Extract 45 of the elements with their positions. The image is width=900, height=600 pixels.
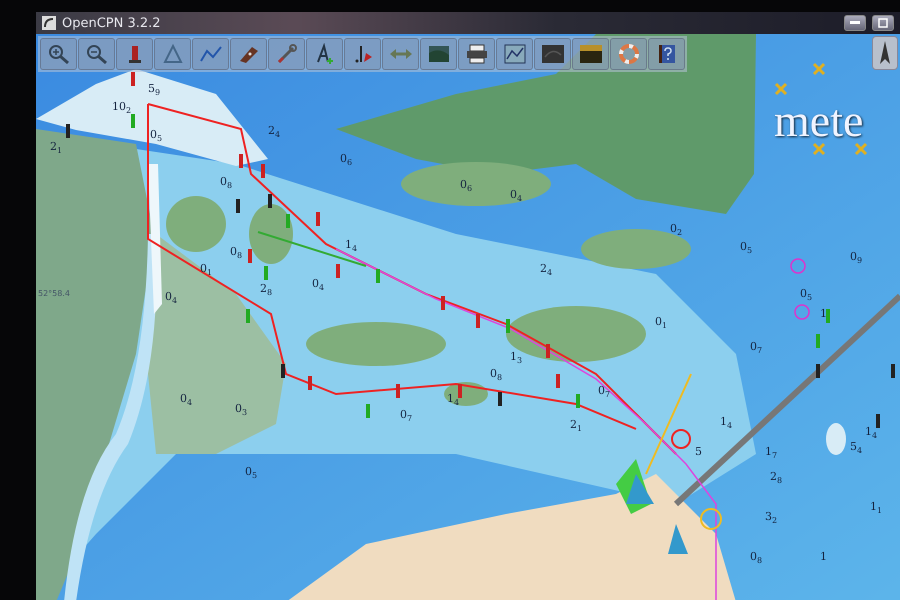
depth-sounding: 0$_{8}$ <box>230 245 242 260</box>
depth-sounding: 1$_{4}$ <box>720 415 732 430</box>
depth-sounding: 0$_{8}$ <box>490 367 502 382</box>
depth-sounding: 0$_{5}$ <box>245 465 258 480</box>
depth-sounding: 2$_{8}$ <box>260 282 272 298</box>
latitude-label: 52°58.4 <box>38 289 70 298</box>
depth-sounding: 3$_{2}$ <box>765 510 778 526</box>
depth-sounding: 0$_{5}$ <box>800 287 812 302</box>
depth-sounding: 0$_{5}$ <box>150 128 162 144</box>
depth-sounding: 0$_{4}$ <box>165 290 178 306</box>
depth-sounding: 1$_{4}$ <box>447 392 460 408</box>
depth-sounding: 0$_{4}$ <box>180 392 192 408</box>
depth-sounding: 2$_{4}$ <box>268 124 280 140</box>
depth-sounding: 0$_{4}$ <box>510 188 522 204</box>
depth-sounding: 1$_{4}$ <box>345 238 358 254</box>
depth-sounding: 5$_{4}$ <box>850 440 862 456</box>
depth-sounding: 0$_{1}$ <box>200 262 212 278</box>
depth-sounding: 5 <box>695 445 702 458</box>
depth-sounding: 0$_{7}$ <box>598 384 610 400</box>
depth-sounding: 1$_{4}$ <box>865 425 878 440</box>
depth-sounding: 0$_{8}$ <box>750 550 762 566</box>
depth-sounding: 0$_{1}$ <box>655 315 668 330</box>
depth-sounding: 1 <box>820 550 827 563</box>
depth-sounding: 2$_{8}$ <box>770 470 782 486</box>
depth-sounding: 1$_{7}$ <box>765 445 778 460</box>
depth-sounding: 0$_{4}$ <box>312 277 324 292</box>
depth-sounding: 1 <box>820 307 827 320</box>
depth-sounding: 10$_{2}$ <box>112 100 132 116</box>
window-title: OpenCPN 3.2.2 <box>62 16 162 30</box>
depth-sounding: 2$_{1}$ <box>50 140 62 156</box>
depth-sounding: 1$_{3}$ <box>510 350 522 366</box>
depth-sounding: 0$_{6}$ <box>340 152 352 168</box>
depth-sounding: 0$_{5}$ <box>740 240 752 256</box>
depth-sounding: 2$_{1}$ <box>570 418 582 434</box>
depth-sounding: 2$_{4}$ <box>540 262 552 278</box>
depth-sounding: 0$_{7}$ <box>750 340 762 356</box>
depth-sounding: 0$_{2}$ <box>670 222 682 238</box>
depth-sounding: 1$_{1}$ <box>870 500 882 516</box>
chart-overlay-text: mete <box>774 94 864 147</box>
depth-sounding: 0$_{6}$ <box>460 178 472 194</box>
depth-sounding: 0$_{9}$ <box>850 250 862 266</box>
depth-sounding: 0$_{7}$ <box>400 408 412 424</box>
depth-sounding: 5$_{9}$ <box>148 82 160 98</box>
depth-sounding: 0$_{3}$ <box>235 402 248 418</box>
depth-sounding: 0$_{8}$ <box>220 175 232 190</box>
